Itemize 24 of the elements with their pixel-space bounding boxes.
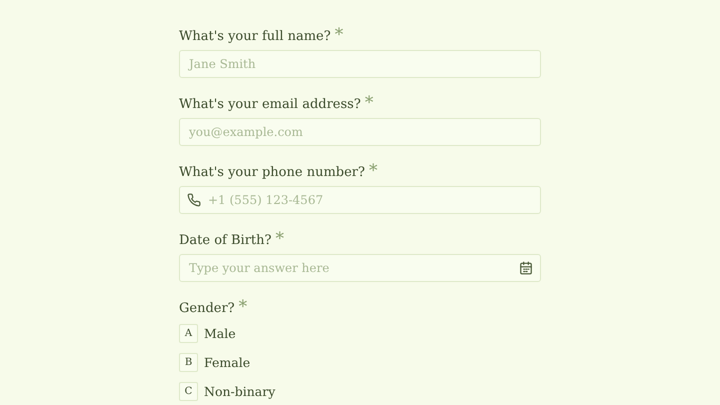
calendar-icon[interactable]: [519, 261, 533, 275]
phone-field[interactable]: +1 (555) 123-4567: [179, 186, 541, 214]
option-label: Female: [204, 355, 250, 370]
required-mark: *: [364, 94, 374, 112]
option-key: C: [179, 382, 198, 401]
choice-option[interactable]: C Non-binary: [179, 382, 280, 401]
option-key: A: [179, 324, 198, 343]
required-mark: *: [368, 162, 378, 180]
required-mark: *: [238, 298, 248, 316]
input-field[interactable]: Jane Smith: [179, 50, 541, 78]
question-label: What's your phone number?: [179, 164, 365, 182]
question-label: What's your email address?: [179, 96, 361, 114]
required-mark: *: [334, 26, 344, 44]
choice-option[interactable]: B Female: [179, 353, 254, 372]
date-field[interactable]: Type your answer here: [179, 254, 541, 282]
option-label: Male: [204, 326, 236, 341]
question-label: Date of Birth?: [179, 232, 272, 250]
question-label: Gender?: [179, 300, 235, 318]
choice-option[interactable]: A Male: [179, 324, 240, 343]
option-key: B: [179, 353, 198, 372]
required-mark: *: [276, 230, 284, 248]
question-label: What's your full name?: [179, 28, 331, 46]
input-field[interactable]: you@example.com: [179, 118, 541, 146]
option-label: Non-binary: [204, 384, 276, 399]
